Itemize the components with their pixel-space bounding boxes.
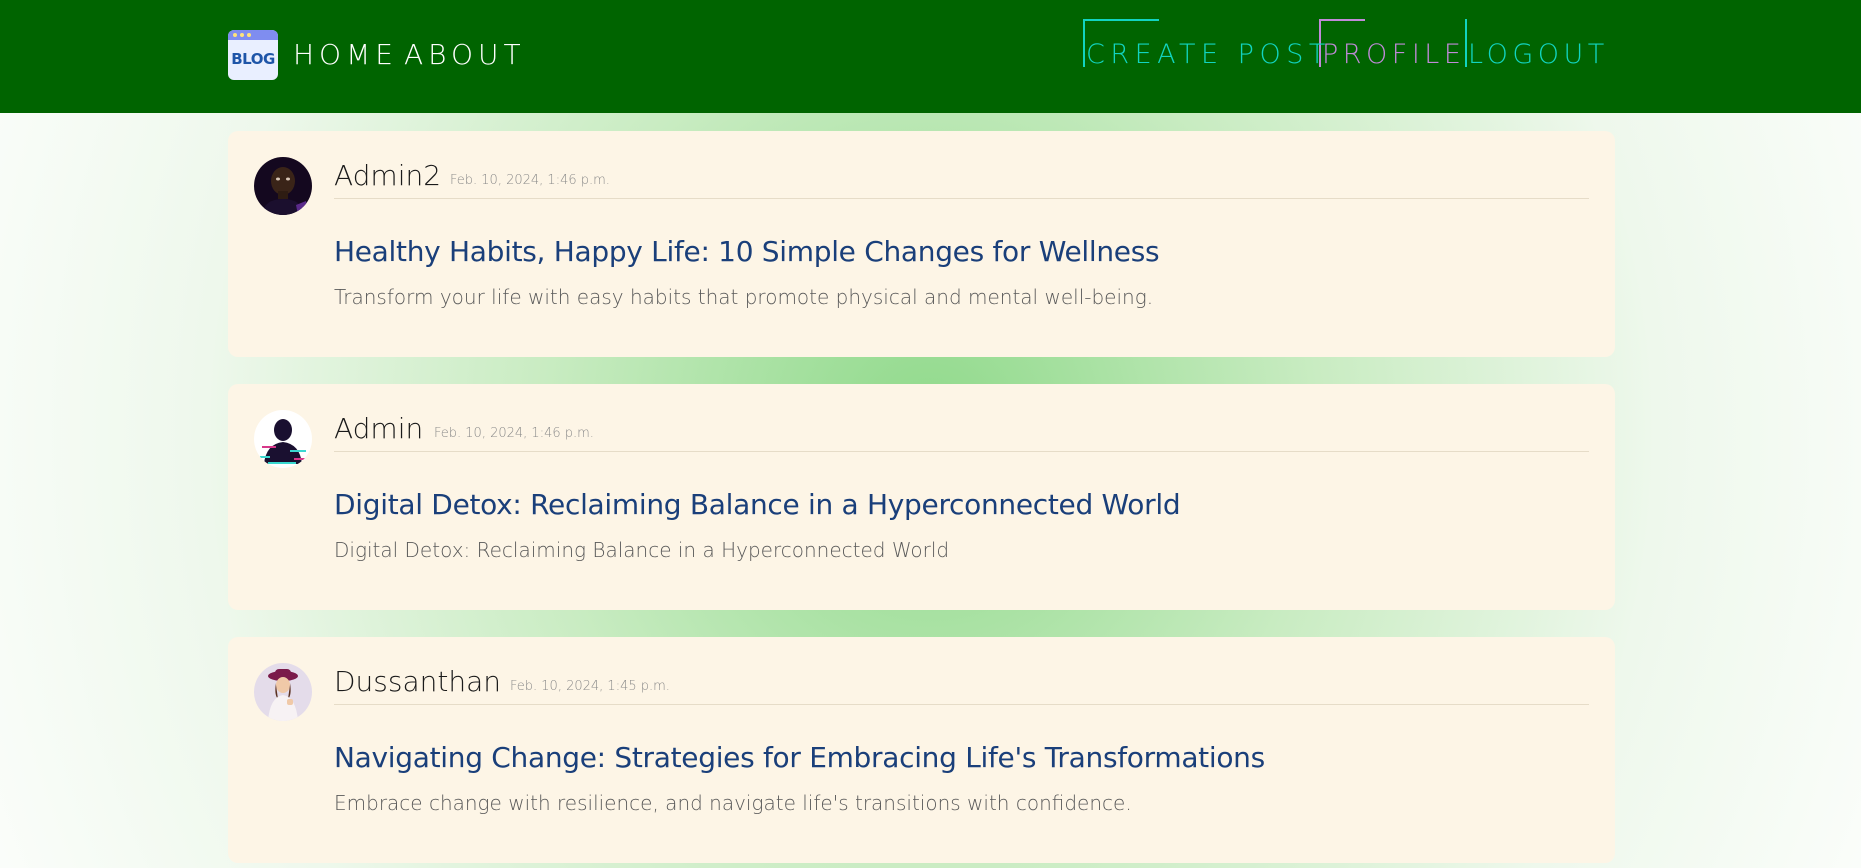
nav-home-link[interactable]: HOME [293, 37, 398, 73]
post-title-link[interactable]: Digital Detox: Reclaiming Balance in a H… [334, 487, 1181, 523]
post-card[interactable]: Admin Feb. 10, 2024, 1:46 p.m. Digital D… [228, 384, 1615, 610]
blog-logo[interactable]: BLOG [228, 30, 278, 80]
post-author[interactable]: Admin [334, 411, 423, 447]
post-author[interactable]: Dussanthan [334, 664, 501, 700]
post-excerpt: Embrace change with resilience, and navi… [334, 791, 1132, 815]
post-title-link[interactable]: Navigating Change: Strategies for Embrac… [334, 740, 1265, 776]
nav-logout-link[interactable]: LOGOUT [1468, 37, 1609, 73]
nav-about-link[interactable]: ABOUT [404, 37, 526, 73]
navbar: BLOG HOME ABOUT CREATE POST PROFILE LOGO… [0, 0, 1861, 113]
avatar-glitch-silhouette-icon [254, 410, 312, 468]
post-title-link[interactable]: Healthy Habits, Happy Life: 10 Simple Ch… [334, 234, 1160, 270]
avatar-woman-hat-icon [254, 663, 312, 721]
post-date: Feb. 10, 2024, 1:46 p.m. [450, 173, 610, 188]
avatar-dark-portrait-icon [254, 157, 312, 215]
logo-window-dots [233, 33, 251, 37]
post-excerpt: Transform your life with easy habits tha… [334, 285, 1154, 309]
post-divider [334, 198, 1589, 199]
post-excerpt: Digital Detox: Reclaiming Balance in a H… [334, 538, 950, 562]
nav-profile-link[interactable]: PROFILE [1322, 37, 1465, 73]
post-card[interactable]: Dussanthan Feb. 10, 2024, 1:45 p.m. Navi… [228, 637, 1615, 863]
author-avatar[interactable] [254, 663, 312, 721]
author-avatar[interactable] [254, 410, 312, 468]
logo-text: BLOG [231, 50, 275, 68]
post-divider [334, 704, 1589, 705]
post-card[interactable]: Admin2 Feb. 10, 2024, 1:46 p.m. Healthy … [228, 131, 1615, 357]
post-date: Feb. 10, 2024, 1:46 p.m. [434, 426, 594, 441]
nav-create-post-link[interactable]: CREATE POST [1086, 37, 1331, 73]
post-author[interactable]: Admin2 [334, 158, 441, 194]
author-avatar[interactable] [254, 157, 312, 215]
post-date: Feb. 10, 2024, 1:45 p.m. [510, 679, 670, 694]
post-divider [334, 451, 1589, 452]
